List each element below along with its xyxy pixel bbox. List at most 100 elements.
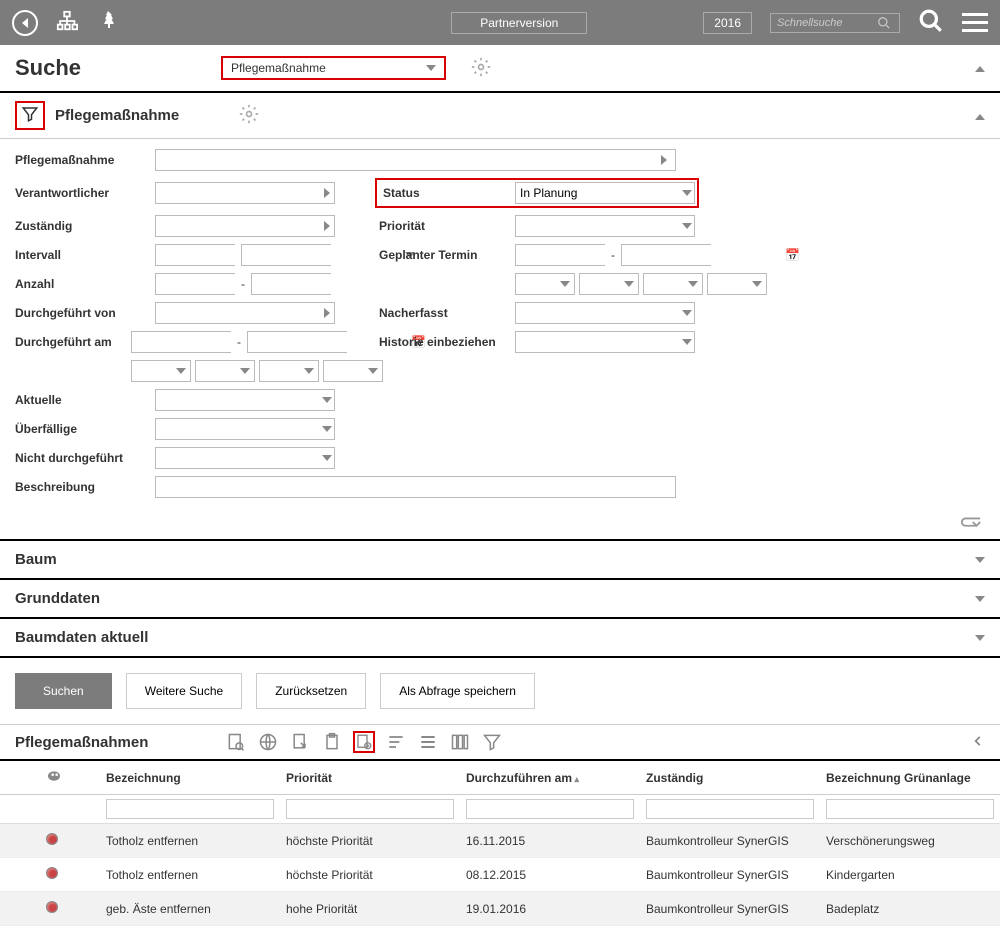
search-type-dropdown[interactable]: Pflegemaßnahme [221,56,446,80]
gear-icon[interactable] [471,57,491,80]
col-durchzufuehren[interactable]: Durchzuführen am [460,761,640,795]
preview-icon[interactable] [225,731,247,753]
accordion-grunddaten[interactable]: Grunddaten [0,578,1000,617]
input-status[interactable] [516,183,679,203]
search-button[interactable] [918,8,944,37]
export-icon[interactable] [289,731,311,753]
add-to-map-icon[interactable] [353,731,375,753]
dd-durch-day-to[interactable] [259,360,319,382]
field-status[interactable] [515,182,695,204]
col-category-icon[interactable] [40,761,100,795]
chevron-down-icon [176,368,186,374]
dd-day-from[interactable] [515,273,575,295]
quick-search[interactable] [770,13,900,33]
field-durchgefuehrt-von[interactable] [155,302,335,324]
gear-icon[interactable] [239,104,259,127]
year-badge[interactable]: 2016 [703,12,752,34]
more-search-button[interactable]: Weitere Suche [126,673,243,709]
quick-search-input[interactable] [777,17,877,29]
field-aktuelle[interactable] [155,389,335,411]
reset-button[interactable]: Zurücksetzen [256,673,366,709]
input-pflege[interactable] [156,150,653,170]
field-intervall-1[interactable] [155,244,235,266]
list-icon[interactable] [417,731,439,753]
col-gruenanlage[interactable]: Bezeichnung Grünanlage [820,761,1000,795]
dd-durch-month-to[interactable] [323,360,383,382]
field-ueberfaellige[interactable] [155,418,335,440]
field-pflege[interactable] [155,149,676,171]
columns-icon[interactable] [449,731,471,753]
field-zustaendig[interactable] [155,215,335,237]
field-durch-am-from[interactable]: 📅 [131,331,231,353]
field-nacherfasst[interactable] [515,302,695,324]
field-termin-from[interactable]: 📅 [515,244,605,266]
dd-month-from[interactable] [579,273,639,295]
cell-zustaendig: Baumkontrolleur SynerGIS [640,892,820,926]
filter-icon[interactable] [15,101,45,130]
globe-icon[interactable] [257,731,279,753]
dd-day-to[interactable] [643,273,703,295]
accordion-baum[interactable]: Baum [0,539,1000,578]
input-historie[interactable] [516,332,679,352]
table-row[interactable]: Totholz entfernen höchste Priorität 16.1… [0,824,1000,858]
accordion-baumdaten[interactable]: Baumdaten aktuell [0,617,1000,658]
sitemap-icon[interactable] [56,10,78,35]
filter-zustaendig[interactable] [646,799,814,819]
col-status-icon[interactable] [0,761,40,795]
prev-page-button[interactable] [971,734,985,751]
input-zustaendig[interactable] [156,216,319,236]
col-bezeichnung[interactable]: Bezeichnung [100,761,280,795]
field-anzahl-to[interactable] [251,273,331,295]
field-verantwortlicher[interactable] [155,182,335,204]
field-prioritaet[interactable] [515,215,695,237]
dd-month-to[interactable] [707,273,767,295]
collapse-toggle[interactable] [975,109,985,123]
field-termin-to[interactable]: 📅 [621,244,711,266]
input-nicht-durchgefuehrt[interactable] [156,448,319,468]
tree-icon[interactable] [96,9,120,36]
input-durchgefuehrt-von[interactable] [156,303,319,323]
field-nicht-durchgefuehrt[interactable] [155,447,335,469]
filter-durchzufuehren[interactable] [466,799,634,819]
table-row[interactable]: geb. Äste entfernen hohe Priorität 19.01… [0,892,1000,926]
accordion-title: Baum [15,551,975,568]
chevron-right-icon [324,221,330,231]
field-durch-am-to[interactable]: 📅 [247,331,347,353]
dd-durch-day-from[interactable] [131,360,191,382]
dd-durch-month-from[interactable] [195,360,255,382]
chevron-down-icon [560,281,570,287]
partner-version-button[interactable]: Partnerversion [451,12,587,34]
save-query-button[interactable]: Als Abfrage speichern [380,673,535,709]
input-verantwortlicher[interactable] [156,183,319,203]
clipboard-icon[interactable] [321,731,343,753]
filter-prioritaet[interactable] [286,799,454,819]
input-nacherfasst[interactable] [516,303,679,323]
input-aktuelle[interactable] [156,390,319,410]
input-termin-to[interactable] [622,245,785,265]
field-historie[interactable] [515,331,695,353]
input-prioritaet[interactable] [516,216,679,236]
col-zustaendig[interactable]: Zuständig [640,761,820,795]
input-beschreibung[interactable] [156,477,675,497]
sort-icon[interactable] [385,731,407,753]
input-ueberfaellige[interactable] [156,419,319,439]
label-prioritaet: Priorität [375,219,515,233]
col-prioritaet[interactable]: Priorität [280,761,460,795]
filter-gruenanlage[interactable] [826,799,994,819]
back-button[interactable] [12,10,38,36]
filter-bezeichnung[interactable] [106,799,274,819]
field-beschreibung[interactable] [155,476,676,498]
field-anzahl-from[interactable] [155,273,235,295]
reset-filters-icon[interactable] [0,510,1000,539]
filter-icon[interactable] [481,731,503,753]
cell-prioritaet: höchste Priorität [280,824,460,858]
collapse-toggle[interactable] [975,61,985,75]
menu-button[interactable] [962,13,988,32]
calendar-icon[interactable]: 📅 [785,248,800,262]
search-title: Suche [15,55,81,81]
search-button[interactable]: Suchen [15,673,112,709]
field-intervall-2[interactable] [241,244,331,266]
filter-section-header: Pflegemaßnahme [0,93,1000,139]
table-row[interactable]: Totholz entfernen höchste Priorität 08.1… [0,858,1000,892]
label-historie: Historie einbeziehen [375,335,515,349]
